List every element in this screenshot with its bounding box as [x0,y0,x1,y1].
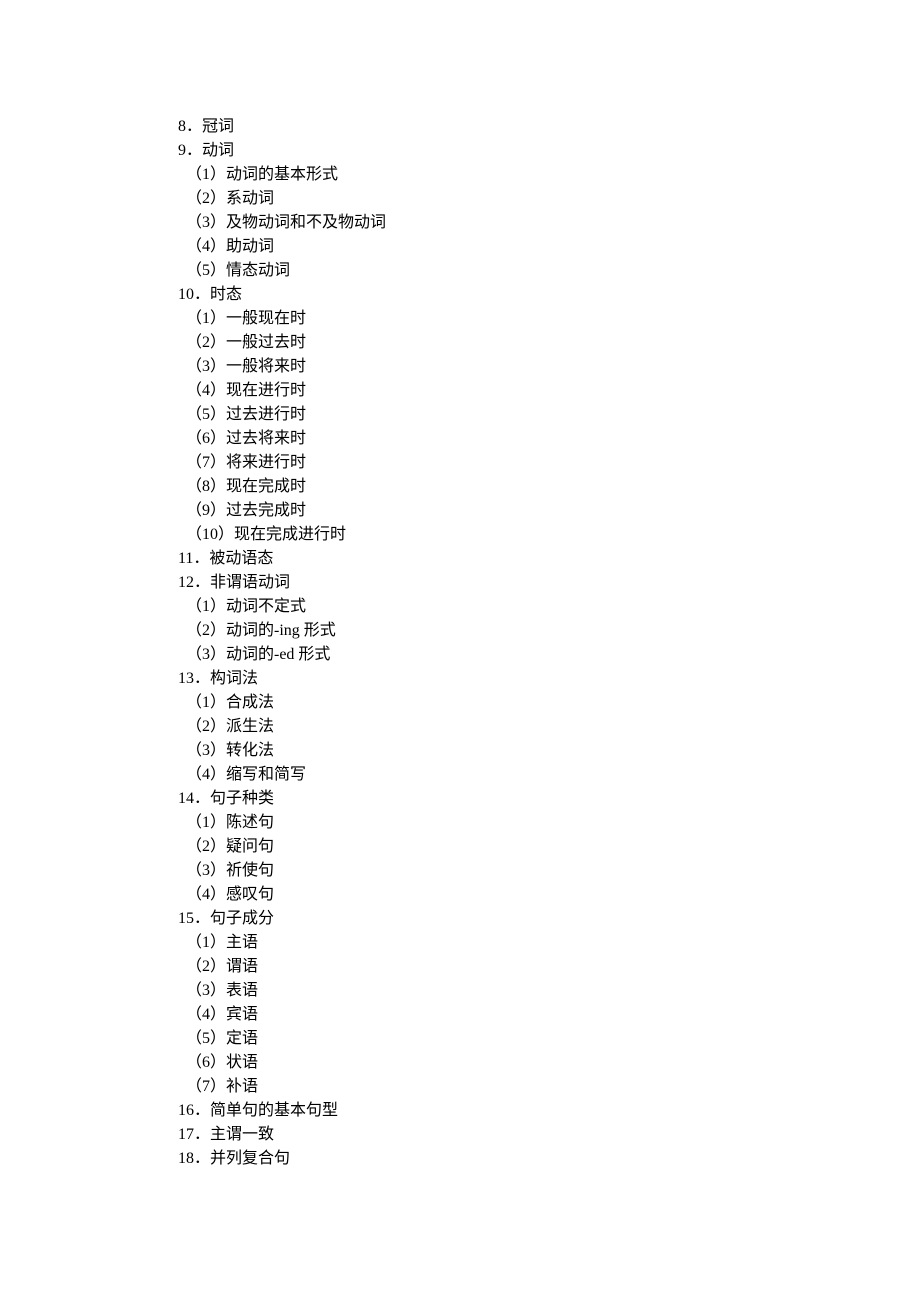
outline-subitem: （5）情态动词 [178,259,920,283]
outline-item: 16．简单句的基本句型 [178,1099,920,1123]
outline-subitem: （2）动词的-ing 形式 [178,619,920,643]
outline-item: 14．句子种类 [178,787,920,811]
outline-subitem: （3）动词的-ed 形式 [178,643,920,667]
outline-subitem: （4）宾语 [178,1003,920,1027]
outline-subitem: （9）过去完成时 [178,499,920,523]
outline-subitem: （7）补语 [178,1075,920,1099]
outline-subitem: （4）感叹句 [178,883,920,907]
outline-subitem: （2）派生法 [178,715,920,739]
outline-subitem: （3）祈使句 [178,859,920,883]
outline-subitem: （2）系动词 [178,187,920,211]
outline-subitem: （4）现在进行时 [178,379,920,403]
outline-item: 10．时态 [178,283,920,307]
outline-item: 13．构词法 [178,667,920,691]
outline-list: 8．冠词9．动词（1）动词的基本形式（2）系动词（3）及物动词和不及物动词（4）… [178,115,920,1171]
outline-subitem: （6）过去将来时 [178,427,920,451]
outline-subitem: （2）一般过去时 [178,331,920,355]
outline-subitem: （1）一般现在时 [178,307,920,331]
outline-item: 18．并列复合句 [178,1147,920,1171]
outline-subitem: （1）合成法 [178,691,920,715]
outline-subitem: （2）谓语 [178,955,920,979]
outline-item: 17．主谓一致 [178,1123,920,1147]
outline-subitem: （10）现在完成进行时 [178,523,920,547]
outline-item: 9．动词 [178,139,920,163]
outline-subitem: （3）表语 [178,979,920,1003]
outline-subitem: （1）陈述句 [178,811,920,835]
outline-item: 12．非谓语动词 [178,571,920,595]
outline-subitem: （5）过去进行时 [178,403,920,427]
outline-subitem: （8）现在完成时 [178,475,920,499]
outline-subitem: （4）缩写和简写 [178,763,920,787]
outline-subitem: （1）主语 [178,931,920,955]
outline-subitem: （3）及物动词和不及物动词 [178,211,920,235]
outline-subitem: （6）状语 [178,1051,920,1075]
outline-subitem: （1）动词不定式 [178,595,920,619]
outline-subitem: （3）一般将来时 [178,355,920,379]
outline-item: 8．冠词 [178,115,920,139]
outline-subitem: （2）疑问句 [178,835,920,859]
outline-subitem: （3）转化法 [178,739,920,763]
outline-item: 11．被动语态 [178,547,920,571]
document-page: 8．冠词9．动词（1）动词的基本形式（2）系动词（3）及物动词和不及物动词（4）… [0,0,920,1302]
outline-subitem: （5）定语 [178,1027,920,1051]
outline-subitem: （7）将来进行时 [178,451,920,475]
outline-subitem: （1）动词的基本形式 [178,163,920,187]
outline-item: 15．句子成分 [178,907,920,931]
outline-subitem: （4）助动词 [178,235,920,259]
